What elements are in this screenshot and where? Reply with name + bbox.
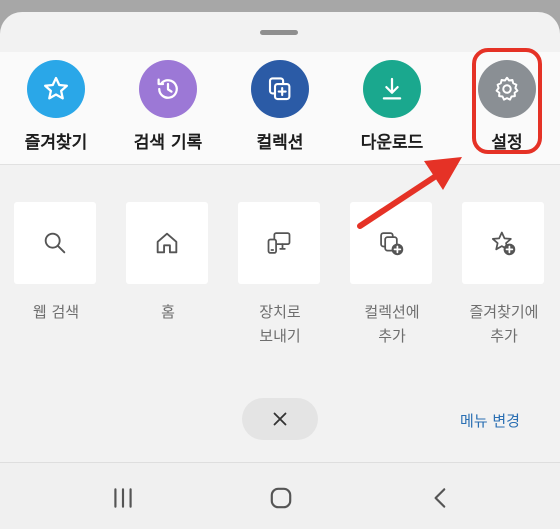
- annotation-arrow-shaft: [357, 173, 439, 229]
- annotation-arrow-overlay: [357, 157, 462, 229]
- annotation-arrow-head: [424, 157, 462, 190]
